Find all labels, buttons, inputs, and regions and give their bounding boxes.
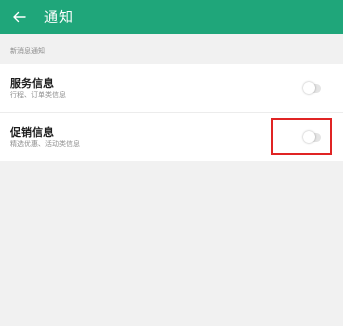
service-toggle[interactable] [303, 82, 321, 94]
back-button[interactable] [10, 8, 28, 26]
setting-row-service: 服务信息 行程、订单类信息 [0, 64, 343, 112]
section-label: 新消息通知 [10, 47, 45, 55]
arrow-left-icon [13, 11, 26, 23]
setting-subtitle: 精选优惠、活动类信息 [10, 140, 80, 148]
app-header: 通知 [0, 0, 343, 34]
setting-title: 服务信息 [10, 77, 54, 90]
setting-title: 促销信息 [10, 126, 54, 139]
page-title: 通知 [44, 10, 74, 26]
highlight-box [271, 118, 332, 155]
toggle-knob [303, 82, 315, 94]
setting-subtitle: 行程、订单类信息 [10, 91, 66, 99]
